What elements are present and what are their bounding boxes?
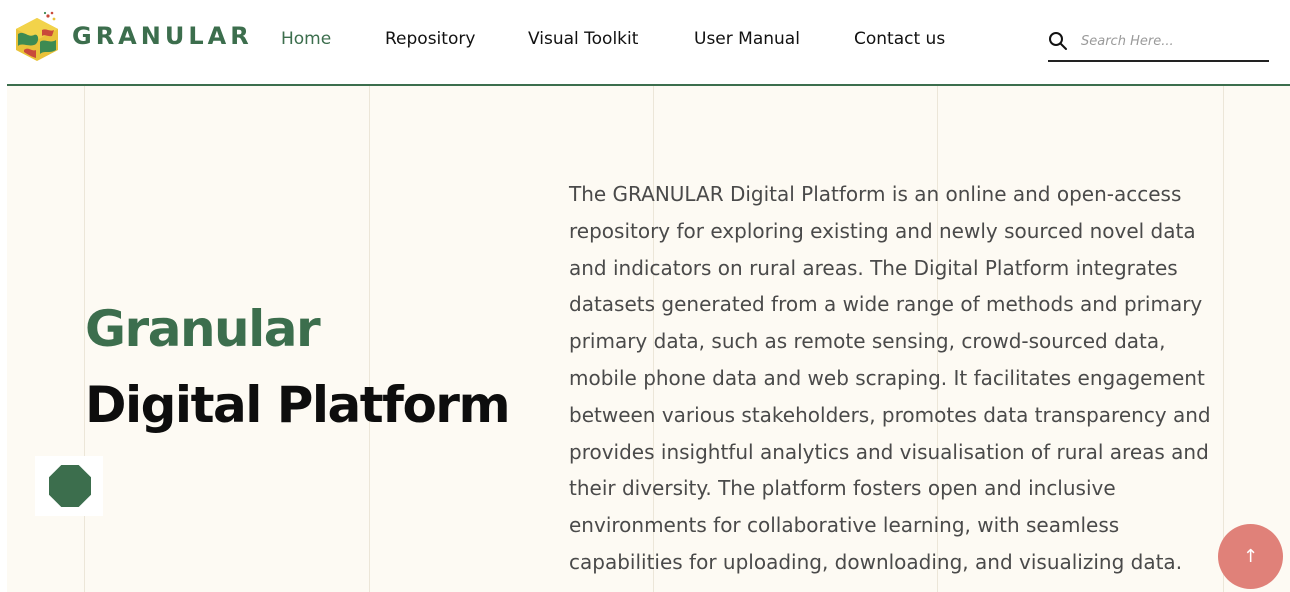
octagon-icon (49, 465, 91, 507)
brand-name: GRANULAR (72, 22, 253, 50)
brand-logo[interactable]: GRANULAR (12, 10, 253, 62)
search-input[interactable] (1081, 29, 1261, 53)
granular-cube-logo-icon (16, 11, 58, 61)
hero-title-digital-platform: Digital Platform (85, 376, 511, 434)
scroll-to-top-button[interactable]: ↑ (1218, 524, 1283, 589)
hero-title-granular: Granular (85, 300, 321, 358)
search-bar (1048, 26, 1269, 62)
nav-item-visual-toolkit[interactable]: Visual Toolkit (528, 29, 638, 49)
nav-item-repository[interactable]: Repository (385, 29, 475, 49)
site-header: GRANULAR Home Repository Visual Toolkit … (0, 0, 1290, 86)
nav-item-user-manual[interactable]: User Manual (694, 29, 800, 49)
arrow-up-icon: ↑ (1242, 546, 1259, 567)
hero-section: Granular Digital Platform The GRANULAR D… (7, 86, 1290, 592)
hero-description: The GRANULAR Digital Platform is an onli… (569, 182, 1211, 574)
nav-item-home[interactable]: Home (281, 29, 331, 49)
search-icon[interactable] (1048, 31, 1068, 51)
nav-item-contact-us[interactable]: Contact us (854, 29, 945, 49)
grid-line (369, 86, 370, 592)
octagon-badge[interactable] (35, 456, 103, 516)
